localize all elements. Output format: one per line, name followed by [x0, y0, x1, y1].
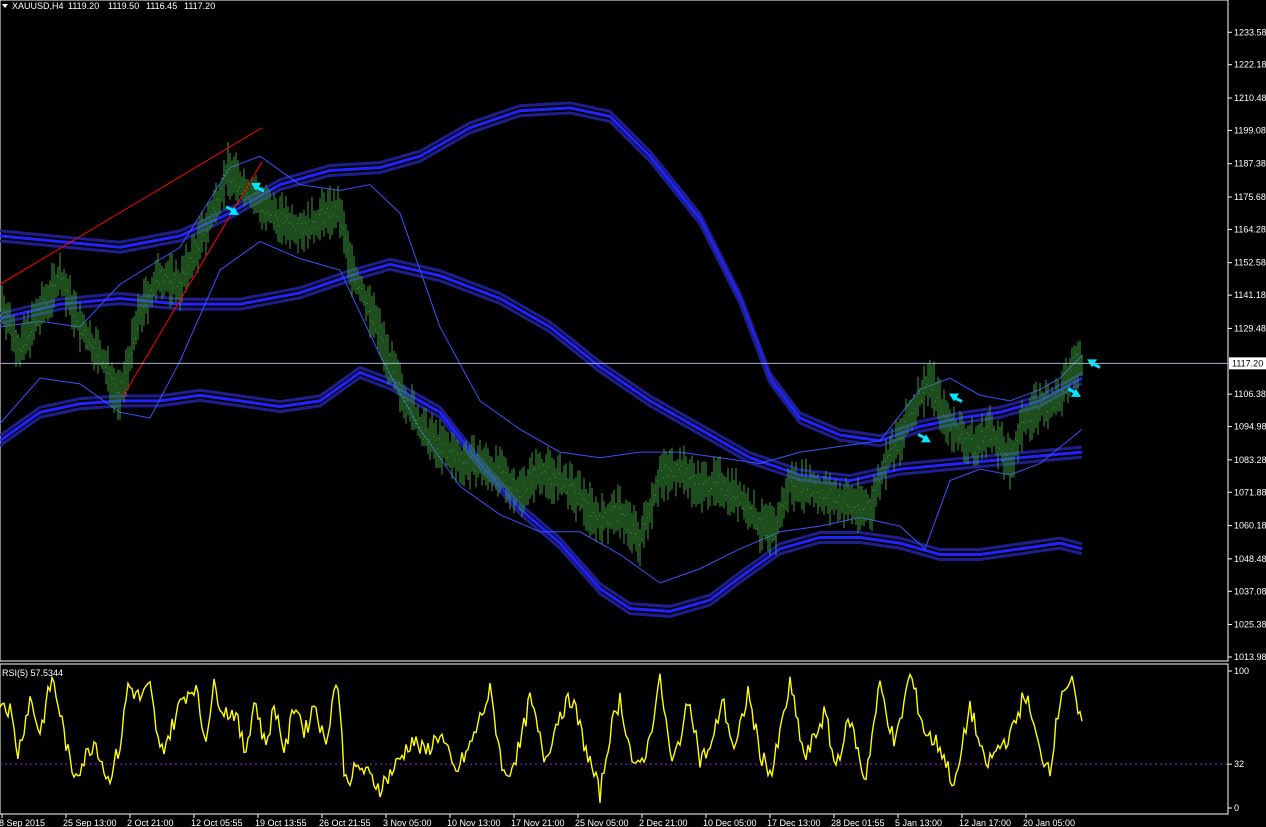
- price-tick-label: 1060.18: [1234, 521, 1266, 531]
- ohlc-open: 1119.20: [68, 1, 99, 11]
- symbol-label: XAUUSD,H4: [12, 1, 64, 11]
- price-tick-label: 1071.88: [1234, 487, 1266, 497]
- time-tick-label: 5 Jan 13:00: [895, 818, 942, 827]
- ohlc-close: 1117.20: [184, 1, 215, 11]
- time-tick-label: 20 Jan 05:00: [1023, 818, 1075, 827]
- time-axis: 8 Sep 2015 25 Sep 13:00 2 Oct 21:00 12 Oct …: [0, 814, 1075, 827]
- price-tick-label: 1210.48: [1234, 93, 1266, 103]
- price-tick-label: 1199.08: [1234, 125, 1266, 135]
- time-tick-label: 25 Sep 13:00: [63, 818, 117, 827]
- time-tick-label: 8 Sep 2015: [0, 818, 45, 827]
- time-tick-label: 19 Oct 13:55: [255, 818, 307, 827]
- ohlc-low: 1116.45: [146, 1, 177, 11]
- price-tick-label: 1013.98: [1234, 652, 1266, 662]
- price-tick-label: 1129.48: [1234, 323, 1266, 333]
- time-tick-label: 2 Dec 21:00: [639, 818, 688, 827]
- rsi-label: RSI(5) 57.5344: [2, 668, 63, 678]
- time-tick-label: 2 Oct 21:00: [127, 818, 174, 827]
- price-tick-label: 1164.28: [1234, 224, 1266, 234]
- price-tick-label: 1152.58: [1234, 258, 1266, 268]
- price-tick-label: 1106.38: [1234, 389, 1266, 399]
- price-tick-label: 1187.38: [1234, 159, 1266, 169]
- time-tick-label: 10 Nov 13:00: [447, 818, 501, 827]
- price-tick-label: 1025.38: [1234, 620, 1266, 630]
- trading-chart[interactable]: 1233.58 1222.18 1210.48 1199.08 1187.38 1175.…: [0, 0, 1266, 827]
- price-panel[interactable]: [0, 0, 1229, 662]
- time-tick-label: 12 Oct 05:55: [191, 818, 243, 827]
- rsi-panel[interactable]: [0, 663, 1229, 815]
- price-tick-label: 1141.18: [1234, 290, 1266, 300]
- price-tick-label: 1222.18: [1234, 60, 1266, 70]
- rsi-tick-label: 32: [1234, 759, 1244, 769]
- price-axis: 1233.58 1222.18 1210.48 1199.08 1187.38 1175.…: [1228, 27, 1266, 662]
- time-tick-label: 28 Dec 01:55: [831, 818, 885, 827]
- rsi-tick-label: 0: [1234, 803, 1239, 813]
- time-tick-label: 3 Nov 05:00: [383, 818, 432, 827]
- time-tick-label: 17 Nov 21:00: [511, 818, 565, 827]
- price-tick-label: 1094.98: [1234, 422, 1266, 432]
- time-tick-label: 26 Oct 21:55: [319, 818, 371, 827]
- price-tick-label: 1048.48: [1234, 554, 1266, 564]
- time-tick-label: 10 Dec 05:00: [703, 818, 757, 827]
- price-tick-label: 1083.28: [1234, 455, 1266, 465]
- rsi-tick-label: 100: [1234, 666, 1249, 676]
- time-tick-label: 17 Dec 13:00: [767, 818, 821, 827]
- price-tick-label: 1175.68: [1234, 192, 1266, 202]
- time-tick-label: 25 Nov 05:00: [575, 818, 629, 827]
- ohlc-high: 1119.50: [108, 1, 139, 11]
- current-price-tag: 1117.20: [1232, 358, 1263, 368]
- time-tick-label: 12 Jan 17:00: [959, 818, 1011, 827]
- price-tick-label: 1233.58: [1234, 27, 1266, 37]
- price-tick-label: 1037.08: [1234, 586, 1266, 596]
